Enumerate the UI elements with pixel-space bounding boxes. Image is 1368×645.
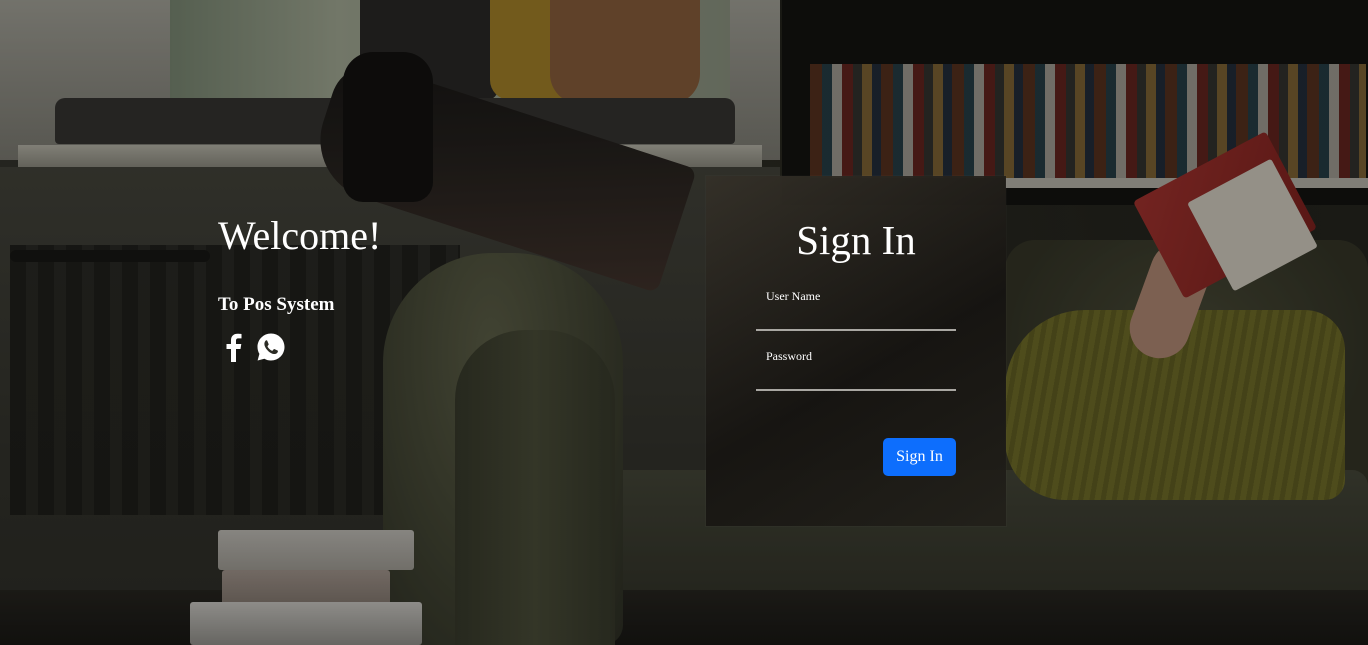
username-field: User Name [756, 289, 956, 331]
password-field: Password [756, 349, 956, 391]
social-links [218, 332, 381, 362]
signin-button[interactable]: Sign In [883, 438, 956, 476]
signin-panel: Sign In User Name Password Sign In [706, 176, 1006, 526]
facebook-icon[interactable] [218, 332, 248, 362]
username-input[interactable] [756, 307, 956, 331]
welcome-section: Welcome! To Pos System [218, 212, 381, 362]
welcome-subtitle: To Pos System [218, 294, 335, 315]
login-page: Welcome! To Pos System Sign In User Name [0, 0, 1368, 645]
password-input[interactable] [756, 367, 956, 391]
password-label: Password [766, 349, 813, 363]
background-dark-overlay [0, 0, 1368, 645]
signin-title: Sign In [796, 217, 916, 263]
welcome-title: Welcome! [218, 213, 382, 258]
username-label: User Name [766, 289, 821, 303]
whatsapp-icon[interactable] [256, 332, 286, 362]
